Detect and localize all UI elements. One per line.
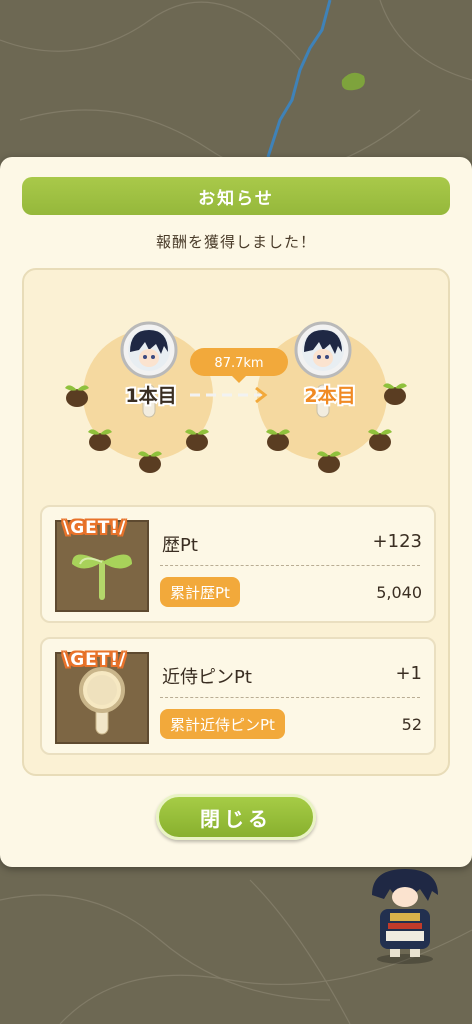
sprout-icon (383, 383, 407, 405)
reward-gain: +123 (372, 531, 422, 552)
sprout-icon (65, 385, 89, 407)
first-pin-label: 1本目 (125, 384, 176, 407)
route-illustration: 87.7km 1本目 2本目 (65, 321, 407, 473)
divider (160, 697, 420, 698)
reward-gain: +1 (395, 663, 422, 684)
get-badge: \GET!/ (63, 650, 127, 670)
total-label-pill: 累計近侍ピンPt (160, 709, 285, 739)
notification-dialog: お知らせ 報酬を獲得しました！ 87.7km 1本目 2本目 \GET!/ 歴P… (0, 157, 472, 867)
distance-text: 87.7km (214, 356, 263, 371)
reward-panel: 87.7km 1本目 2本目 \GET!/ 歴Pt +123 累計歴Pt 5,0… (22, 268, 450, 776)
reward-thumbnail: \GET!/ (55, 650, 149, 744)
second-pin-label: 2本目 (304, 384, 355, 407)
total-value: 52 (401, 715, 422, 734)
total-label-pill: 累計歴Pt (160, 577, 240, 607)
get-badge: \GET!/ (63, 518, 127, 538)
reward-card-history-pt: \GET!/ 歴Pt +123 累計歴Pt 5,040 (40, 505, 436, 623)
total-value: 5,040 (376, 583, 422, 602)
reward-message: 報酬を獲得しました！ (155, 233, 316, 251)
reward-name: 近侍ピンPt (162, 667, 252, 688)
reward-name: 歴Pt (162, 535, 198, 556)
sprout-icon (368, 429, 392, 451)
character-avatar[interactable] (360, 865, 450, 965)
reward-card-pin-pt: \GET!/ 近侍ピンPt +1 累計近侍ピンPt 52 (40, 637, 436, 755)
reward-thumbnail: \GET!/ (55, 518, 149, 612)
close-button[interactable]: 閉じる (156, 794, 316, 840)
divider (160, 565, 420, 566)
dialog-title: お知らせ (22, 177, 450, 215)
